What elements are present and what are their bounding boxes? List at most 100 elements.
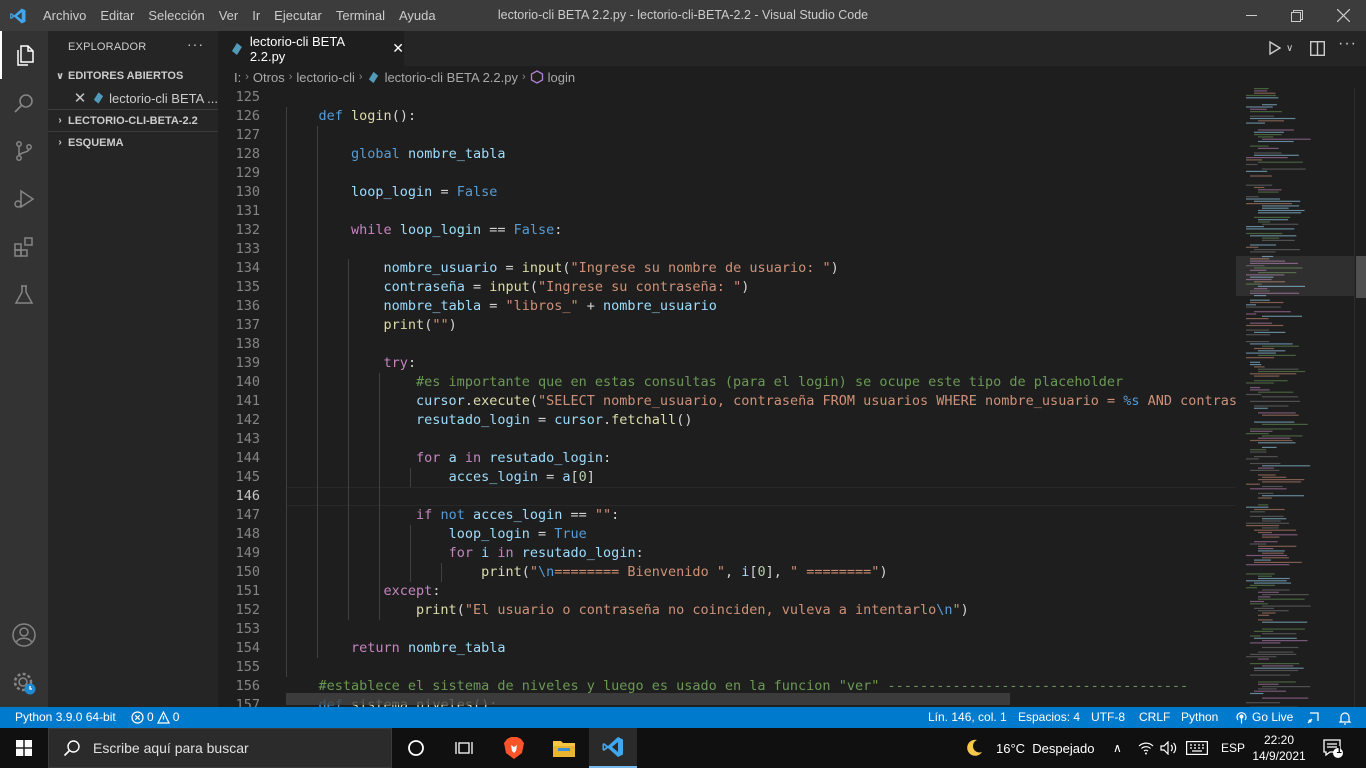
vertical-scrollbar[interactable] — [1354, 88, 1366, 707]
minimize-button[interactable] — [1228, 0, 1274, 31]
menu-item-ejecutar[interactable]: Ejecutar — [267, 0, 329, 31]
code-editor[interactable]: 125 126 def login(): 127 128 global nombre_… — [218, 88, 1236, 707]
code-line[interactable]: #es importante que en estas consultas (p… — [286, 373, 1123, 392]
end-of-line[interactable]: CRLF — [1139, 707, 1170, 728]
menu-item-ir[interactable]: Ir — [245, 0, 267, 31]
code-line[interactable]: except: — [286, 582, 441, 601]
minimap-line — [1254, 347, 1275, 350]
code-line[interactable]: print("\n======== Bienvenido ", i[0], " … — [286, 563, 888, 582]
start-button[interactable] — [0, 728, 48, 768]
more-actions-icon[interactable]: ··· — [187, 36, 204, 52]
minimap-slider[interactable] — [1236, 256, 1354, 296]
weather-widget[interactable]: 16°C Despejado — [964, 728, 1094, 768]
tab-close-icon[interactable]: ✕ — [392, 40, 404, 57]
code-line[interactable]: nombre_usuario = input("Ingrese su nombr… — [286, 259, 839, 278]
task-view-button[interactable] — [440, 728, 488, 768]
open-editor-item[interactable]: ✕ lectorio-cli BETA ... — [48, 87, 218, 109]
vscode-taskbar-button[interactable] — [589, 728, 637, 768]
breadcrumb-folder-otros[interactable]: Otros — [253, 70, 285, 85]
brave-browser-button[interactable] — [490, 728, 538, 768]
touch-keyboard-icon[interactable] — [1186, 728, 1208, 768]
outline-header[interactable]: › ESQUEMA — [48, 131, 218, 153]
minimap-line — [1258, 212, 1302, 214]
minimap-line — [1258, 350, 1286, 352]
code-line[interactable]: return nombre_tabla — [286, 639, 505, 658]
action-center-button[interactable]: 1 — [1322, 728, 1344, 768]
show-hidden-icons-button[interactable]: ∧ — [1113, 728, 1122, 768]
cursor-position[interactable]: Lín. 146, col. 1 — [928, 707, 1007, 728]
account-icon — [12, 623, 36, 647]
menu-item-selección[interactable]: Selección — [141, 0, 211, 31]
split-editor-button[interactable] — [1309, 40, 1326, 61]
file-explorer-button[interactable] — [540, 728, 588, 768]
breadcrumb-file[interactable]: lectorio-cli BETA 2.2.py — [385, 70, 518, 85]
code-line[interactable]: loop_login = True — [286, 525, 587, 544]
code-line[interactable]: print("El usuario o contraseña no coinci… — [286, 601, 969, 620]
input-language[interactable]: ESP — [1221, 728, 1245, 768]
code-line[interactable]: while loop_login == False: — [286, 221, 562, 240]
accounts-activity[interactable] — [0, 611, 48, 659]
tab-lectorio-cli[interactable]: lectorio-cli BETA 2.2.py ✕ — [218, 31, 404, 66]
taskbar-search[interactable]: Escribe aquí para buscar — [48, 728, 392, 768]
breadcrumb-folder-lectorio[interactable]: lectorio-cli — [296, 70, 355, 85]
code-line[interactable]: acces_login = a[0] — [286, 468, 595, 487]
code-line[interactable]: loop_login = False — [286, 183, 497, 202]
code-line[interactable]: print("") — [286, 316, 457, 335]
explorer-activity[interactable] — [0, 31, 48, 79]
code-line[interactable]: try: — [286, 354, 417, 373]
encoding[interactable]: UTF-8 — [1091, 707, 1125, 728]
scrollbar-thumb[interactable] — [1356, 256, 1366, 298]
code-line[interactable]: nombre_tabla = "libros_" + nombre_usuari… — [286, 297, 717, 316]
close-icon — [1336, 9, 1350, 22]
minimap-line — [1262, 520, 1281, 522]
source-control-activity[interactable] — [0, 127, 48, 175]
indentation[interactable]: Espacios: 4 — [1018, 707, 1080, 728]
run-debug-activity[interactable] — [0, 175, 48, 223]
testing-activity[interactable] — [0, 271, 48, 319]
minimap[interactable] — [1236, 88, 1354, 708]
breadcrumb-symbol[interactable]: login — [548, 70, 575, 85]
network-icon[interactable] — [1138, 728, 1154, 768]
minimap-line — [1254, 690, 1286, 692]
more-actions-icon[interactable]: ··· — [1338, 35, 1357, 53]
code-line[interactable]: def login(): — [286, 107, 417, 126]
language-mode[interactable]: Python — [1181, 707, 1218, 728]
restore-button[interactable] — [1274, 0, 1320, 31]
clock[interactable]: 22:20 14/9/2021 — [1252, 728, 1305, 768]
go-live-button[interactable]: Go Live — [1235, 707, 1293, 728]
minimap-line — [1258, 598, 1305, 600]
code-line[interactable]: resutado_login = cursor.fetchall() — [286, 411, 692, 430]
menu-bar: Archivo Editar Selección Ver Ir Ejecutar Termi… — [36, 0, 443, 31]
warning-icon — [156, 711, 170, 724]
minimap-line — [1254, 200, 1301, 202]
code-line[interactable]: if not acces_login == "": — [286, 506, 619, 525]
close-button[interactable] — [1320, 0, 1366, 31]
menu-item-terminal[interactable]: Terminal — [329, 0, 392, 31]
menu-item-archivo[interactable]: Archivo — [36, 0, 93, 31]
code-line[interactable]: contraseña = input("Ingrese su contraseñ… — [286, 278, 750, 297]
manage-activity[interactable] — [0, 659, 48, 707]
horizontal-scrollbar-thumb[interactable] — [286, 693, 1010, 705]
code-line[interactable]: global nombre_tabla — [286, 145, 505, 164]
folder-header[interactable]: › LECTORIO-CLI-BETA-2.2 — [48, 109, 218, 131]
line-number: 126 — [235, 108, 260, 124]
code-line[interactable]: cursor.execute("SELECT nombre_usuario, c… — [286, 392, 1236, 411]
search-activity[interactable] — [0, 79, 48, 127]
close-editor-icon[interactable]: ✕ — [68, 89, 92, 107]
problems-indicator[interactable]: 0 0 — [131, 707, 179, 728]
python-interpreter[interactable]: Python 3.9.0 64-bit — [15, 707, 116, 728]
cortana-button[interactable] — [392, 728, 440, 768]
menu-item-ayuda[interactable]: Ayuda — [392, 0, 443, 31]
code-line[interactable]: for a in resutado_login: — [286, 449, 611, 468]
breadcrumb-drive[interactable]: I: — [234, 70, 241, 85]
open-editors-header[interactable]: ∨ EDITORES ABIERTOS — [48, 65, 218, 87]
menu-item-ver[interactable]: Ver — [212, 0, 246, 31]
menu-item-editar[interactable]: Editar — [93, 0, 141, 31]
extensions-activity[interactable] — [0, 223, 48, 271]
run-file-button[interactable]: ∨ — [1268, 40, 1293, 56]
search-icon — [14, 94, 33, 113]
minimap-line — [1250, 430, 1273, 432]
chevron-down-icon[interactable]: ∨ — [1286, 43, 1293, 54]
code-line[interactable]: for i in resutado_login: — [286, 544, 644, 563]
volume-icon[interactable] — [1160, 728, 1178, 768]
